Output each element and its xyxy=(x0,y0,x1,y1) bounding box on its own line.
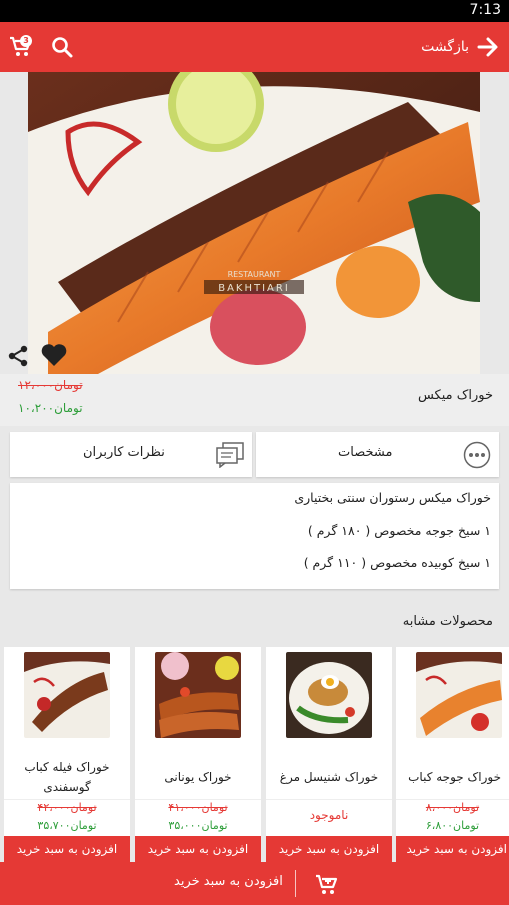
product-description: خوراک میکس رستوران سنتی بختیاری ۱ سیخ جو… xyxy=(10,483,499,589)
similar-product-old-price: ۴۱،۰۰۰تومان xyxy=(168,801,228,814)
back-button[interactable]: بازگشت xyxy=(421,34,499,60)
similar-product-name: خوراک یونانی xyxy=(164,770,232,784)
out-of-stock-label: ناموجود xyxy=(309,808,349,822)
similar-product-card[interactable]: خوراک فیله کباب گوسفندی ۴۲،۰۰۰تومان ۳۵،۷… xyxy=(4,647,130,863)
similar-product-name: خوراک فیله کباب گوسفندی xyxy=(24,760,110,794)
divider xyxy=(4,799,130,800)
search-icon[interactable] xyxy=(50,35,74,59)
add-to-cart-label: افزودن به سبد خرید xyxy=(174,874,283,889)
comments-icon xyxy=(216,442,244,468)
arrow-right-icon xyxy=(477,37,498,57)
divider xyxy=(266,799,392,800)
description-line: خوراک میکس رستوران سنتی بختیاری xyxy=(294,490,491,505)
tab-specs[interactable]: مشخصات xyxy=(256,432,499,477)
similar-product-card[interactable]: خوراک شنیسل مرغ ناموجود افزودن به سبد خر… xyxy=(266,647,392,863)
similar-product-name: خوراک شنیسل مرغ xyxy=(279,770,379,784)
status-time: 7:13 xyxy=(469,2,501,18)
status-bar: 7:13 xyxy=(0,0,509,22)
back-label: بازگشت xyxy=(421,39,469,55)
watermark-bakhtiari: BAKHTIARI xyxy=(218,283,290,294)
similar-product-old-price: ۴۲،۰۰۰تومان xyxy=(37,801,97,814)
add-cart-icon xyxy=(316,874,338,894)
similar-product-image xyxy=(286,652,372,738)
description-line: ۱ سیخ جوجه مخصوص ( ۱۸۰ گرم ) xyxy=(307,523,491,538)
similar-product-card[interactable]: خوراک جوجه کباب ۸،۰۰۰تومان ۶،۸۰۰تومان اف… xyxy=(396,647,509,863)
add-to-cart-button[interactable]: افزودن به سبد خرید xyxy=(266,836,392,863)
divider xyxy=(135,799,261,800)
similar-product-old-price: ۸،۰۰۰تومان xyxy=(425,801,480,814)
similar-product-new-price: ۳۵،۷۰۰تومان xyxy=(37,819,97,832)
product-old-price: ۱۲،۰۰۰تومان xyxy=(18,378,83,392)
product-name: خوراک میکس xyxy=(417,388,493,403)
product-info: خوراک میکس ۱۲،۰۰۰تومان ۱۰،۲۰۰تومان xyxy=(0,374,509,426)
add-to-cart-button[interactable]: افزودن به سبد خرید xyxy=(4,836,130,863)
description-line: ۱ سیخ کوبیده مخصوص ( ۱۱۰ گرم ) xyxy=(303,555,491,570)
similar-product-new-price: ۳۵،۰۰۰تومان xyxy=(168,819,228,832)
more-icon xyxy=(463,441,491,469)
similar-product-card[interactable]: خوراک یونانی ۴۱،۰۰۰تومان ۳۵،۰۰۰تومان افز… xyxy=(135,647,261,863)
hero-actions xyxy=(6,342,70,368)
watermark-restaurant: RESTAURANT xyxy=(228,270,281,279)
share-icon[interactable] xyxy=(6,344,30,368)
similar-product-image xyxy=(24,652,110,738)
similar-product-new-price: ۶،۸۰۰تومان xyxy=(425,819,480,832)
tab-specs-label: مشخصات xyxy=(338,445,393,460)
divider xyxy=(295,870,296,897)
product-image: RESTAURANT BAKHTIARI xyxy=(28,72,480,374)
product-new-price: ۱۰،۲۰۰تومان xyxy=(18,401,83,415)
add-to-cart-bar[interactable]: افزودن به سبد خرید xyxy=(0,862,509,905)
similar-product-image xyxy=(155,652,241,738)
similar-product-name: خوراک جوجه کباب xyxy=(408,770,501,784)
tab-reviews[interactable]: نظرات کاربران xyxy=(10,432,252,477)
app-bar: 3 بازگشت xyxy=(0,22,509,72)
tab-reviews-label: نظرات کاربران xyxy=(83,445,165,460)
similar-products-title: محصولات مشابه xyxy=(402,614,493,629)
divider xyxy=(396,799,509,800)
add-to-cart-button[interactable]: افزودن به سبد خرید xyxy=(396,836,509,863)
similar-product-image xyxy=(416,652,502,738)
food-photo: RESTAURANT BAKHTIARI xyxy=(28,72,480,374)
add-to-cart-button[interactable]: افزودن به سبد خرید xyxy=(135,836,261,863)
cart-count-badge: 3 xyxy=(20,35,32,47)
heart-icon[interactable] xyxy=(40,342,68,368)
